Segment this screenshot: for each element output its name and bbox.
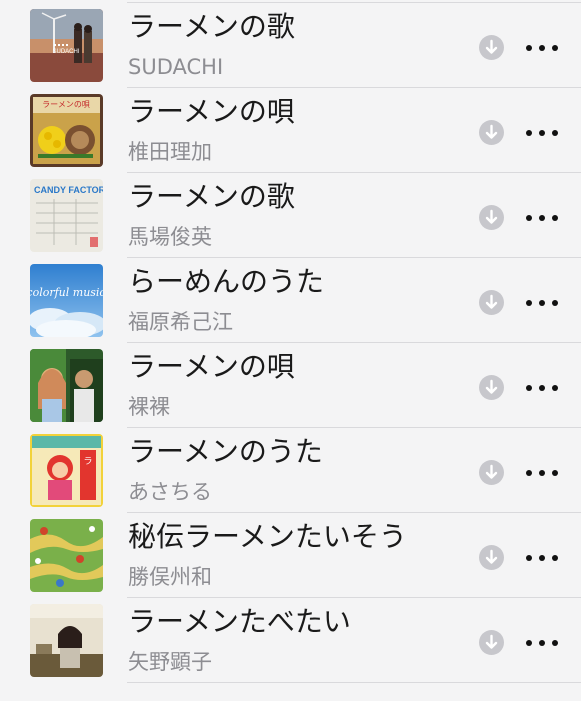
album-art-rara	[30, 349, 103, 422]
song-artist: 矢野顕子	[128, 650, 212, 674]
song-artist: 馬場俊英	[128, 225, 212, 249]
song-artist: 裸裸	[128, 395, 170, 419]
album-art-shiida: ラーメンの唄	[30, 94, 103, 167]
svg-text:ラーメンの唄: ラーメンの唄	[42, 100, 90, 109]
more-ellipsis-icon[interactable]	[526, 383, 558, 393]
download-circle-icon[interactable]	[479, 460, 504, 485]
more-ellipsis-icon[interactable]	[526, 468, 558, 478]
song-title: ラーメンたべたい	[128, 605, 351, 638]
song-row[interactable]: 秘伝ラーメンたいそう 勝俣州和	[0, 513, 581, 598]
album-art-candy-factory: CANDY FACTORY	[30, 179, 103, 252]
album-art-colorful-music: colorful music	[30, 264, 103, 337]
song-row[interactable]: SUDACHI ラーメンの歌 SUDACHI	[0, 3, 581, 88]
more-ellipsis-icon[interactable]	[526, 43, 558, 53]
song-title: 秘伝ラーメンたいそう	[128, 520, 407, 553]
song-artist: 勝俣州和	[128, 565, 212, 589]
song-row[interactable]: ラ ラーメンのうた あさちる	[0, 428, 581, 513]
song-title: らーめんのうた	[128, 265, 325, 298]
song-title: ラーメンの唄	[128, 95, 295, 128]
song-row[interactable]: colorful music らーめんのうた 福原希己江	[0, 258, 581, 343]
song-artist: 福原希己江	[128, 310, 233, 334]
song-artist: あさちる	[128, 480, 212, 504]
song-list: SUDACHI ラーメンの歌 SUDACHI ラーメンの唄 ラーメンの唄 椎田理…	[0, 3, 581, 683]
more-ellipsis-icon[interactable]	[526, 128, 558, 138]
download-circle-icon[interactable]	[479, 290, 504, 315]
download-circle-icon[interactable]	[479, 545, 504, 570]
more-ellipsis-icon[interactable]	[526, 553, 558, 563]
album-art-katsumata	[30, 519, 103, 592]
album-art-yano	[30, 604, 103, 677]
song-row[interactable]: ラーメンの唄 裸裸	[0, 343, 581, 428]
svg-text:SUDACHI: SUDACHI	[52, 49, 79, 55]
song-title: ラーメンの歌	[128, 180, 295, 213]
more-ellipsis-icon[interactable]	[526, 213, 558, 223]
song-row[interactable]: ラーメンの唄 ラーメンの唄 椎田理加	[0, 88, 581, 173]
row-divider	[127, 682, 581, 683]
song-artist: SUDACHI	[128, 55, 224, 79]
more-ellipsis-icon[interactable]	[526, 298, 558, 308]
song-title: ラーメンの唄	[128, 350, 295, 383]
album-art-sudachi: SUDACHI	[30, 9, 103, 82]
download-circle-icon[interactable]	[479, 120, 504, 145]
song-row[interactable]: CANDY FACTORY ラーメンの歌 馬場俊英	[0, 173, 581, 258]
svg-text:CANDY FACTORY: CANDY FACTORY	[34, 185, 103, 195]
svg-text:colorful music: colorful music	[30, 286, 103, 299]
download-circle-icon[interactable]	[479, 630, 504, 655]
song-row[interactable]: ラーメンたべたい 矢野顕子	[0, 598, 581, 683]
download-circle-icon[interactable]	[479, 35, 504, 60]
song-artist: 椎田理加	[128, 140, 212, 164]
svg-text:ラ: ラ	[83, 456, 92, 467]
album-art-asachiru: ラ	[30, 434, 103, 507]
song-title: ラーメンのうた	[128, 435, 323, 468]
more-ellipsis-icon[interactable]	[526, 638, 558, 648]
download-circle-icon[interactable]	[479, 375, 504, 400]
download-circle-icon[interactable]	[479, 205, 504, 230]
song-title: ラーメンの歌	[128, 10, 295, 43]
